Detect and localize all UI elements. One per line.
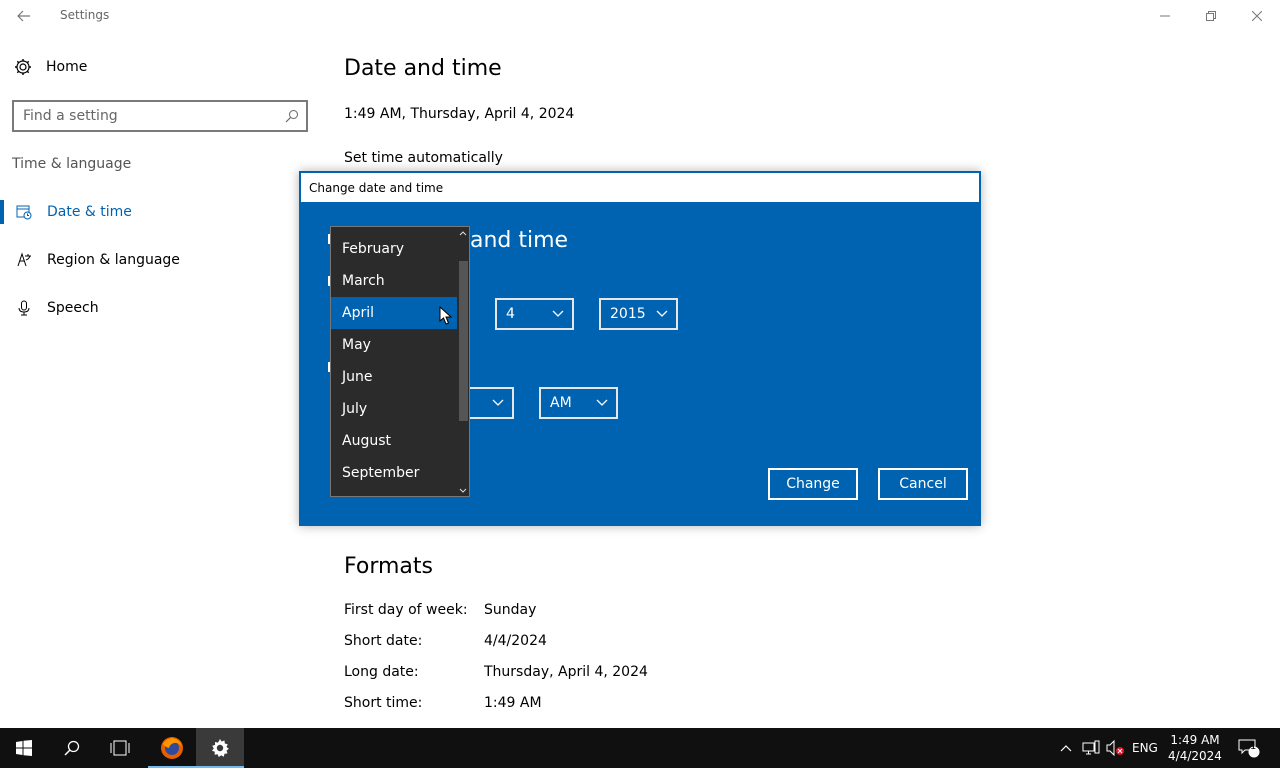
windows-logo-icon xyxy=(16,740,32,756)
taskbar: ENG 1:49 AM 4/4/2024 1 xyxy=(0,728,1280,768)
chevron-down-icon xyxy=(484,399,512,407)
day-select[interactable]: 4 xyxy=(495,298,574,330)
close-icon xyxy=(1252,11,1262,21)
network-icon[interactable] xyxy=(1082,728,1100,768)
restore-button[interactable] xyxy=(1188,0,1234,32)
home-label: Home xyxy=(46,59,88,75)
sidebar-item-label: Date & time xyxy=(47,204,132,220)
search-taskbar-button[interactable] xyxy=(48,728,96,768)
dropdown-scrollbar[interactable] xyxy=(457,227,469,496)
format-key: Short time: xyxy=(344,695,423,711)
cancel-button[interactable]: Cancel xyxy=(878,468,968,500)
format-key: Short date: xyxy=(344,633,423,649)
sidebar-item-region-language[interactable]: Region & language xyxy=(0,240,320,280)
month-option[interactable]: May xyxy=(331,329,457,361)
ampm-select[interactable]: AM xyxy=(539,387,618,419)
year-value: 2015 xyxy=(610,306,646,322)
formats-title: Formats xyxy=(344,554,433,579)
back-button[interactable] xyxy=(8,2,40,30)
month-option[interactable]: March xyxy=(331,265,457,297)
month-dropdown-list[interactable]: February March April May June July Augus… xyxy=(330,226,470,497)
firefox-icon xyxy=(161,737,183,759)
gear-icon xyxy=(212,739,229,757)
language-icon xyxy=(0,252,47,268)
format-key: First day of week: xyxy=(344,602,468,618)
language-indicator[interactable]: ENG xyxy=(1132,728,1158,768)
show-hidden-icons-button[interactable] xyxy=(1060,728,1072,768)
mouse-cursor-icon xyxy=(439,306,453,325)
month-option[interactable]: June xyxy=(331,361,457,393)
search-icon xyxy=(64,740,80,756)
search-input[interactable] xyxy=(14,108,278,124)
month-option[interactable]: July xyxy=(331,393,457,425)
notification-icon xyxy=(1238,739,1260,758)
format-row: Long date: Thursday, April 4, 2024 xyxy=(344,664,648,680)
action-center-button[interactable]: 1 xyxy=(1238,728,1260,768)
sidebar-item-date-time[interactable]: Date & time xyxy=(0,192,320,232)
gear-icon xyxy=(15,59,31,75)
firefox-taskbar-button[interactable] xyxy=(148,728,196,768)
settings-taskbar-button[interactable] xyxy=(196,728,244,768)
clock-time: 1:49 AM xyxy=(1170,733,1220,747)
app-title: Settings xyxy=(60,8,110,22)
dialog-heading: and time xyxy=(470,228,569,253)
back-arrow-icon xyxy=(17,10,30,22)
notification-count: 1 xyxy=(1250,741,1257,752)
restore-icon xyxy=(1206,11,1216,21)
minimize-icon xyxy=(1160,15,1170,17)
scroll-up-icon[interactable] xyxy=(457,227,469,239)
close-button[interactable] xyxy=(1234,0,1280,32)
minimize-button[interactable] xyxy=(1142,0,1188,32)
format-row: First day of week: Sunday xyxy=(344,602,536,618)
sidebar: Home Time & language Date & time Region … xyxy=(0,32,320,728)
title-bar: Settings xyxy=(0,0,1280,32)
chevron-down-icon xyxy=(588,399,616,407)
month-option[interactable]: August xyxy=(331,425,457,457)
page-title: Date and time xyxy=(344,56,502,81)
chevron-down-icon xyxy=(648,310,676,318)
change-button[interactable]: Change xyxy=(768,468,858,500)
chevron-down-icon xyxy=(544,310,572,318)
clock-date: 4/4/2024 xyxy=(1168,749,1222,763)
volume-muted-icon[interactable] xyxy=(1106,728,1126,768)
dialog-title-bar: Change date and time xyxy=(300,172,980,203)
sidebar-item-speech[interactable]: Speech xyxy=(0,288,320,328)
scrollbar-thumb[interactable] xyxy=(459,261,468,421)
format-row: Short time: 1:49 AM xyxy=(344,695,542,711)
dialog-title: Change date and time xyxy=(309,181,444,195)
ampm-value: AM xyxy=(550,395,572,411)
month-option[interactable]: September xyxy=(331,457,457,489)
format-key: Long date: xyxy=(344,664,419,680)
sidebar-item-label: Region & language xyxy=(47,252,180,268)
set-time-automatically-label: Set time automatically xyxy=(344,150,503,166)
calendar-clock-icon xyxy=(0,204,47,220)
task-view-button[interactable] xyxy=(96,728,144,768)
format-value: 1:49 AM xyxy=(484,695,542,711)
year-select[interactable]: 2015 xyxy=(599,298,678,330)
format-value: Sunday xyxy=(484,602,537,618)
home-link[interactable]: Home xyxy=(14,58,87,76)
chevron-up-icon xyxy=(1060,745,1072,752)
format-value: 4/4/2024 xyxy=(484,633,547,649)
format-row: Short date: 4/4/2024 xyxy=(344,633,547,649)
month-option[interactable]: February xyxy=(331,233,457,265)
search-icon[interactable] xyxy=(278,109,306,123)
section-label: Time & language xyxy=(12,156,132,172)
day-value: 4 xyxy=(506,306,515,322)
task-view-icon xyxy=(110,740,130,756)
format-value: Thursday, April 4, 2024 xyxy=(484,664,648,680)
current-time: 1:49 AM, Thursday, April 4, 2024 xyxy=(344,106,575,122)
microphone-icon xyxy=(0,300,47,316)
search-box[interactable] xyxy=(12,100,308,132)
taskbar-clock[interactable]: 1:49 AM 4/4/2024 xyxy=(1164,732,1226,764)
sidebar-item-label: Speech xyxy=(47,300,99,316)
scroll-down-icon[interactable] xyxy=(457,484,469,496)
start-button[interactable] xyxy=(0,728,48,768)
